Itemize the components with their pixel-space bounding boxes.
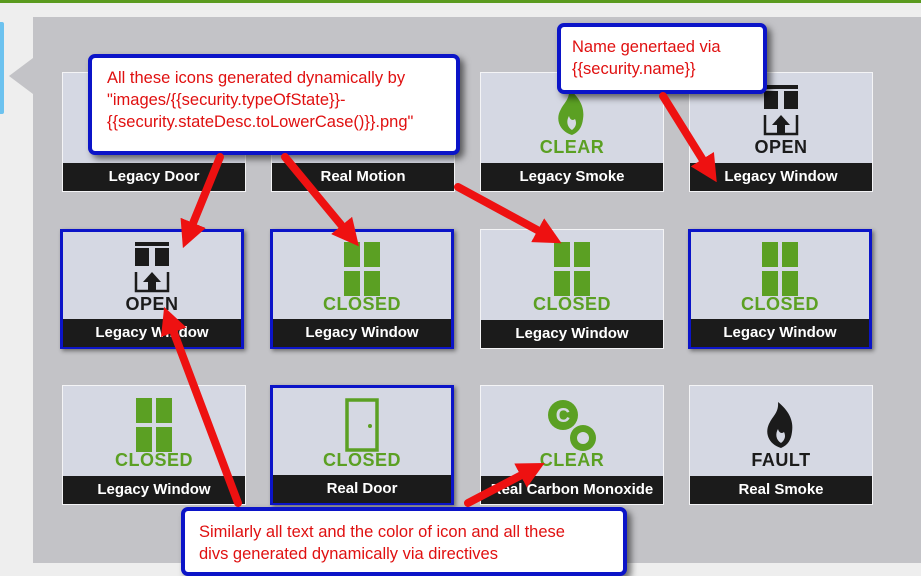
arrow — [161, 306, 242, 507]
arrow — [180, 153, 224, 249]
arrow — [464, 462, 545, 507]
arrow — [454, 183, 562, 244]
arrow — [659, 92, 717, 183]
arrow — [281, 153, 359, 247]
annotation-arrows — [161, 92, 717, 507]
